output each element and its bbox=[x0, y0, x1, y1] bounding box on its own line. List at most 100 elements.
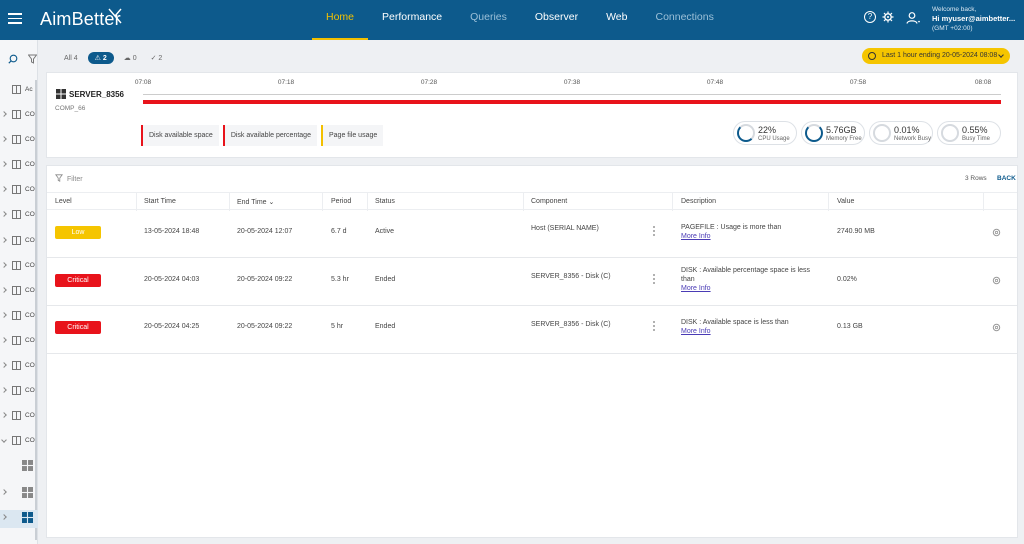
sidebar-item-server[interactable] bbox=[0, 485, 38, 503]
nav-performance[interactable]: Performance bbox=[368, 0, 456, 40]
user-welcome[interactable]: Welcome back, Hi myuser@aimbetter... (GM… bbox=[932, 5, 1015, 33]
sidebar-item[interactable]: CO bbox=[0, 258, 38, 276]
col-separator bbox=[229, 193, 230, 211]
chevron-right-icon[interactable] bbox=[1, 337, 7, 343]
chevron-right-icon[interactable] bbox=[1, 312, 7, 318]
col-value[interactable]: Value bbox=[837, 198, 854, 205]
sidebar-item[interactable]: CO bbox=[0, 333, 38, 351]
nav-web[interactable]: Web bbox=[592, 0, 641, 40]
filter-all[interactable]: All 4 bbox=[60, 53, 82, 64]
help-icon[interactable]: ? bbox=[864, 11, 876, 23]
value: 0.02% bbox=[837, 276, 857, 283]
col-status[interactable]: Status bbox=[375, 198, 395, 205]
chevron-right-icon[interactable] bbox=[1, 514, 7, 520]
row-menu-icon[interactable] bbox=[653, 226, 656, 238]
sidebar-item[interactable]: CO bbox=[0, 358, 38, 376]
sidebar-item-server[interactable] bbox=[0, 458, 38, 476]
server-name[interactable]: SERVER_8356 bbox=[69, 90, 124, 99]
gear-icon[interactable] bbox=[991, 275, 1002, 286]
metric-label: CPU Usage bbox=[758, 136, 790, 142]
col-separator bbox=[136, 193, 137, 211]
filter-icon[interactable] bbox=[28, 54, 37, 64]
legend-disk-space[interactable]: Disk available space bbox=[141, 125, 219, 146]
sidebar-item[interactable]: CO bbox=[0, 182, 38, 200]
metric-label: Busy Time bbox=[962, 136, 991, 142]
metric-network[interactable]: 0.01% Network Busy bbox=[869, 121, 933, 145]
legend-disk-percentage[interactable]: Disk available percentage bbox=[222, 125, 317, 146]
description-text: DISK : Available percentage space is les… bbox=[681, 267, 811, 283]
chevron-right-icon[interactable] bbox=[1, 111, 7, 117]
row-menu-icon[interactable] bbox=[653, 274, 656, 286]
metric-cpu[interactable]: 22% CPU Usage bbox=[733, 121, 797, 145]
chevron-right-icon[interactable] bbox=[1, 211, 7, 217]
sidebar-item-label: CO bbox=[25, 136, 35, 143]
timeline-tick: 07:48 bbox=[706, 79, 724, 86]
gear-icon[interactable] bbox=[991, 227, 1002, 238]
chevron-right-icon[interactable] bbox=[1, 262, 7, 268]
col-separator bbox=[983, 193, 984, 211]
col-component[interactable]: Component bbox=[531, 198, 567, 205]
sidebar-item[interactable]: CO bbox=[0, 207, 38, 225]
more-info-link[interactable]: More Info bbox=[681, 284, 811, 293]
period: 5.3 hr bbox=[331, 276, 349, 283]
sidebar-item[interactable]: CO bbox=[0, 233, 38, 251]
table-row[interactable]: Critical 20-05-2024 04:03 20-05-2024 09:… bbox=[47, 258, 1017, 306]
chevron-down-icon[interactable] bbox=[1, 437, 7, 443]
filter-resolved[interactable]: ✓ 2 bbox=[147, 52, 167, 64]
metric-memory[interactable]: 5.76GB Memory Free bbox=[801, 121, 865, 145]
chevron-right-icon[interactable] bbox=[1, 237, 7, 243]
sidebar-item[interactable]: CO bbox=[0, 132, 38, 150]
sidebar-item[interactable]: CO bbox=[0, 308, 38, 326]
chevron-right-icon[interactable] bbox=[1, 362, 7, 368]
sidebar-item[interactable]: CO bbox=[0, 383, 38, 401]
time-range-button[interactable]: Last 1 hour ending 20-05-2024 08:08 bbox=[862, 48, 1010, 64]
table-filter[interactable]: Filter bbox=[55, 174, 83, 183]
col-description[interactable]: Description bbox=[681, 198, 716, 205]
user-timezone: (GMT +02:00) bbox=[932, 25, 973, 32]
sidebar-item-server-selected[interactable] bbox=[0, 510, 38, 528]
timeline-axis bbox=[143, 94, 1001, 95]
chevron-right-icon[interactable] bbox=[1, 387, 7, 393]
sidebar-item-label: CO bbox=[25, 237, 35, 244]
chevron-right-icon[interactable] bbox=[1, 186, 7, 192]
gear-icon[interactable] bbox=[882, 11, 894, 23]
sidebar-item[interactable]: CO bbox=[0, 157, 38, 175]
sidebar-item[interactable]: CO bbox=[0, 408, 38, 426]
nav-home[interactable]: Home bbox=[312, 0, 369, 40]
sidebar-item[interactable]: Ac bbox=[0, 82, 38, 100]
metric-busy-time[interactable]: 0.55% Busy Time bbox=[937, 121, 1001, 145]
end-time: 20-05-2024 09:22 bbox=[237, 323, 293, 330]
search-icon[interactable] bbox=[8, 54, 18, 64]
collapse-menu-icon[interactable] bbox=[8, 13, 22, 25]
table-row[interactable]: Low 13-05-2024 18:48 20-05-2024 12:07 6.… bbox=[47, 210, 1017, 258]
col-period[interactable]: Period bbox=[331, 198, 351, 205]
sidebar-item[interactable]: CO bbox=[0, 107, 38, 125]
chevron-right-icon[interactable] bbox=[1, 412, 7, 418]
nav-queries[interactable]: Queries bbox=[456, 0, 521, 40]
table-row[interactable]: Critical 20-05-2024 04:25 20-05-2024 09:… bbox=[47, 306, 1017, 354]
col-start-time[interactable]: Start Time bbox=[144, 198, 176, 205]
chevron-right-icon[interactable] bbox=[1, 489, 7, 495]
sidebar-item[interactable]: CO bbox=[0, 433, 38, 451]
chevron-right-icon[interactable] bbox=[1, 287, 7, 293]
filter-alerts[interactable]: ⚠ 2 bbox=[87, 52, 114, 64]
col-level[interactable]: Level bbox=[55, 198, 72, 205]
gear-icon[interactable] bbox=[991, 322, 1002, 333]
nav-connections[interactable]: Connections bbox=[641, 0, 727, 40]
timeline-alert-bar[interactable] bbox=[143, 100, 1001, 104]
description-text: PAGEFILE : Usage is more than bbox=[681, 224, 782, 231]
more-info-link[interactable]: More Info bbox=[681, 232, 811, 241]
back-button[interactable]: BACK bbox=[997, 175, 1016, 182]
chevron-right-icon[interactable] bbox=[1, 161, 7, 167]
nav-observer[interactable]: Observer bbox=[521, 0, 592, 40]
sidebar-item-label: CO bbox=[25, 312, 35, 319]
legend-page-file[interactable]: Page file usage bbox=[320, 125, 384, 146]
sidebar-item[interactable]: CO bbox=[0, 283, 38, 301]
filter-cloud[interactable]: ☁ 0 bbox=[120, 52, 141, 64]
row-menu-icon[interactable] bbox=[653, 321, 656, 333]
chevron-right-icon[interactable] bbox=[1, 136, 7, 142]
more-info-link[interactable]: More Info bbox=[681, 327, 811, 336]
sidebar-item-label: CO bbox=[25, 186, 35, 193]
col-end-time[interactable]: End Time ⌄ bbox=[237, 198, 274, 206]
user-icon[interactable] bbox=[906, 11, 920, 25]
